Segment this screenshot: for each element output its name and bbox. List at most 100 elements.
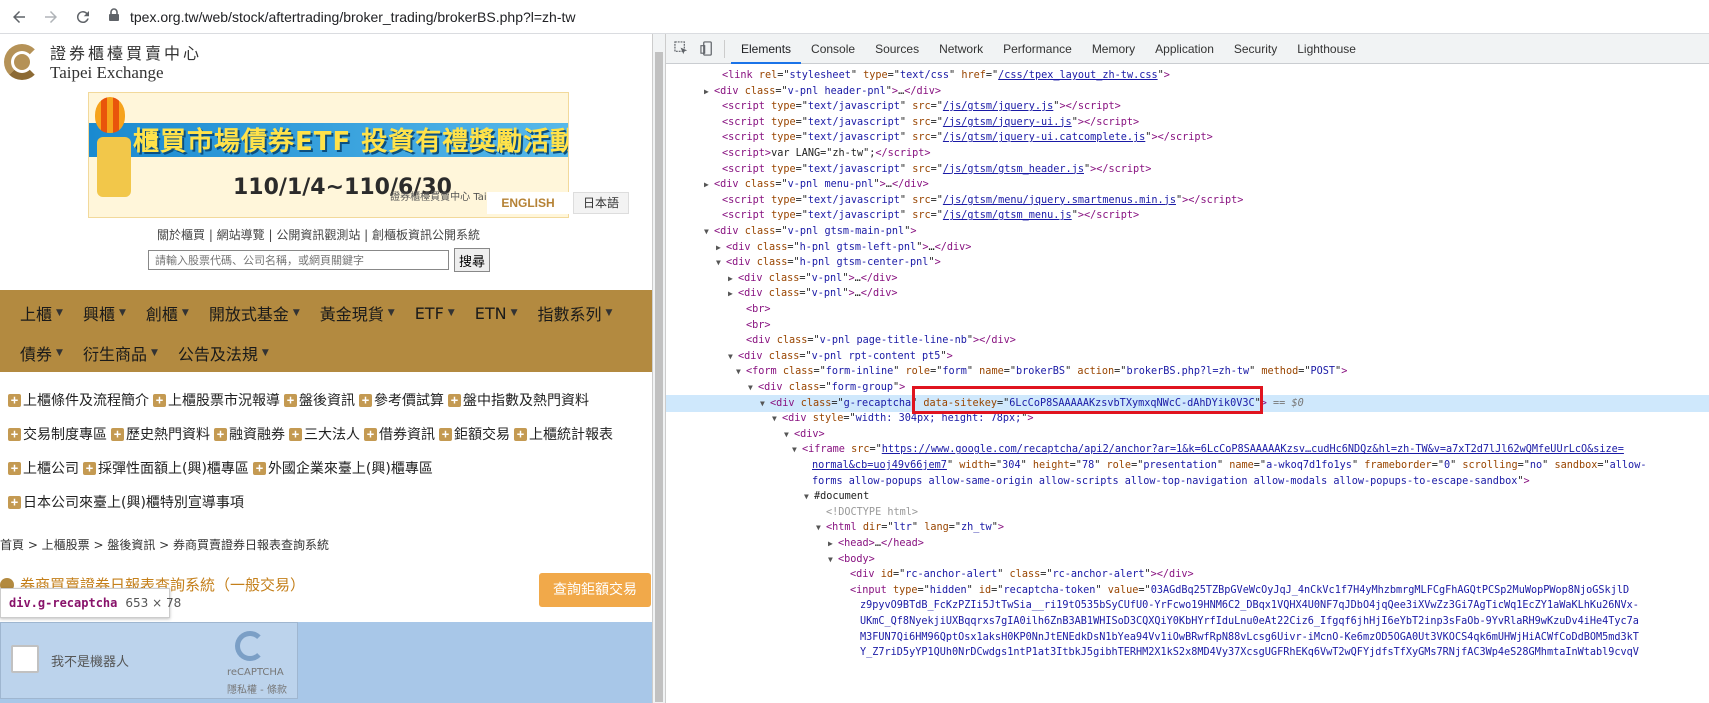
dom-line[interactable]: <!DOCTYPE html> (666, 504, 1709, 521)
expand-triangle-icon[interactable]: ▶ (716, 239, 726, 256)
dom-line[interactable]: ▶ <div class="h-pnl gtsm-left-pnl">…</div… (666, 239, 1709, 256)
quick-link[interactable]: + 鉅額交易 (439, 424, 510, 444)
search-button[interactable]: 搜尋 (454, 248, 491, 272)
collapse-triangle-icon[interactable]: ▼ (816, 519, 826, 536)
quick-link[interactable]: + 融資融券 (214, 424, 285, 444)
dom-line[interactable]: <script type="text/javascript" src="/js/… (666, 207, 1709, 224)
back-arrow-icon[interactable] (6, 4, 32, 30)
recaptcha-privacy-links[interactable]: 隱私權 - 條款 (227, 681, 287, 696)
dom-line[interactable]: normal&cb=uoj49v66jem7" width="304" heig… (666, 457, 1709, 474)
quick-link[interactable]: + 借券資訊 (364, 424, 435, 444)
expand-triangle-icon[interactable]: ▶ (828, 535, 838, 552)
devtools-tab[interactable]: Network (929, 34, 993, 64)
breadcrumb[interactable]: 首頁 > 上櫃股票 > 盤後資訊 > 券商買賣證券日報表查詢系統 (0, 536, 329, 553)
dom-line[interactable]: <link rel="stylesheet" type="text/css" h… (666, 67, 1709, 84)
quick-link[interactable]: + 上櫃統計報表 (514, 424, 613, 444)
dom-line[interactable]: z9pyvO9BTdB_FcKzPZIi5JtTwSia__ri19tO535b… (666, 597, 1709, 614)
collapse-triangle-icon[interactable]: ▼ (804, 488, 814, 505)
dom-line[interactable]: ▼ <form class="form-inline" role="form" n… (666, 363, 1709, 380)
dom-line[interactable]: ▶ <div class="v-pnl">…</div> (666, 285, 1709, 302)
dom-line[interactable]: <script type="text/javascript" src="/js/… (666, 129, 1709, 146)
dom-line[interactable]: forms allow-popups allow-same-origin all… (666, 473, 1709, 490)
address-bar[interactable]: tpex.org.tw/web/stock/aftertrading/broke… (108, 3, 1709, 31)
quick-link[interactable]: + 日本公司來臺上(興)櫃特別宣導事項 (8, 492, 244, 512)
collapse-triangle-icon[interactable]: ▼ (748, 379, 758, 396)
dom-line[interactable]: UKmC_Qf8NyekjiUXBqqrxs7gIA0ilh6ZnB3AB1WH… (666, 613, 1709, 630)
dom-line[interactable]: <div class="v-pnl page-title-line-nb"></… (666, 332, 1709, 349)
collapse-triangle-icon[interactable]: ▼ (792, 441, 802, 458)
site-logo[interactable]: 證券櫃檯買賣中心 Taipei Exchange (2, 40, 202, 83)
dom-line[interactable]: ▶ <div class="v-pnl header-pnl">…</div> (666, 83, 1709, 100)
quick-link[interactable]: + 歷史熱門資料 (111, 424, 210, 444)
quick-link[interactable]: + 採彈性面額上(興)櫃專區 (83, 458, 249, 478)
page-scrollbar[interactable] (652, 34, 666, 703)
dom-line[interactable]: ▼ <div> (666, 426, 1709, 443)
collapse-triangle-icon[interactable]: ▼ (736, 363, 746, 380)
menu-item[interactable]: 黃金現貨 ▼ (320, 301, 395, 325)
quick-link[interactable]: + 外國企業來臺上(興)櫃專區 (252, 458, 433, 478)
menu-item[interactable]: ETN ▼ (475, 301, 518, 325)
block-trade-query-button[interactable]: 查詢鉅額交易 (539, 573, 651, 607)
top-links[interactable]: 關於櫃買 | 網站導覽 | 公開資訊觀測站 | 創櫃板資訊公開系統 (157, 226, 480, 243)
quick-link[interactable]: + 盤後資訊 (284, 390, 355, 410)
dom-line[interactable]: ▶ <div class="v-pnl menu-pnl">…</div> (666, 176, 1709, 193)
quick-link[interactable]: + 盤中指數及熱門資料 (448, 390, 589, 410)
dom-line[interactable]: <br> (666, 317, 1709, 334)
dom-line[interactable]: Y_Z7riD5yYP1QUh0NrDCwdgs1ntP1at3ItbkJ5gi… (666, 644, 1709, 661)
devtools-tab[interactable]: Sources (865, 34, 929, 64)
devtools-tab[interactable]: Elements (731, 34, 802, 64)
dom-line[interactable]: ▼ <div class="h-pnl gtsm-center-pnl"> (666, 254, 1709, 271)
menu-item[interactable]: 創櫃 ▼ (146, 301, 189, 325)
collapse-triangle-icon[interactable]: ▼ (716, 254, 726, 271)
menu-item[interactable]: 公告及法規 ▼ (178, 341, 269, 365)
search-input[interactable] (148, 250, 449, 270)
quick-link[interactable]: + 交易制度專區 (8, 424, 107, 444)
devtools-tab[interactable]: Console (801, 34, 865, 64)
collapse-triangle-icon[interactable]: ▼ (784, 426, 794, 443)
collapse-triangle-icon[interactable]: ▼ (772, 410, 782, 427)
collapse-triangle-icon[interactable]: ▼ (828, 551, 838, 568)
quick-link[interactable]: + 三大法人 (289, 424, 360, 444)
devtools-tab[interactable]: Application (1145, 34, 1224, 64)
dom-line[interactable]: ▶ <div class="v-pnl">…</div> (666, 270, 1709, 287)
quick-link[interactable]: + 上櫃股票市況報導 (153, 390, 280, 410)
dom-line[interactable]: <script type="text/javascript" src="/js/… (666, 192, 1709, 209)
device-toolbar-icon[interactable] (696, 38, 718, 60)
devtools-tab[interactable]: Lighthouse (1287, 34, 1366, 64)
quick-link[interactable]: + 上櫃公司 (8, 458, 79, 478)
dom-line[interactable]: <br> (666, 301, 1709, 318)
dom-line[interactable]: <script type="text/javascript" src="/js/… (666, 161, 1709, 178)
expand-triangle-icon[interactable]: ▶ (704, 176, 714, 193)
scrollbar-thumb[interactable] (655, 52, 663, 702)
menu-item[interactable]: 衍生商品 ▼ (83, 341, 158, 365)
menu-item[interactable]: 債券 ▼ (20, 341, 63, 365)
collapse-triangle-icon[interactable]: ▼ (704, 223, 714, 240)
quick-link[interactable]: + 參考價試算 (359, 390, 444, 410)
expand-triangle-icon[interactable]: ▶ (704, 83, 714, 100)
expand-triangle-icon[interactable]: ▶ (728, 270, 738, 287)
devtools-tab[interactable]: Performance (993, 34, 1082, 64)
dom-line[interactable]: <script type="text/javascript" src="/js/… (666, 114, 1709, 131)
menu-item[interactable]: 指數系列 ▼ (537, 301, 612, 325)
expand-triangle-icon[interactable]: ▶ (728, 285, 738, 302)
dom-line[interactable]: <script>var LANG="zh-tw";</script> (666, 145, 1709, 162)
elements-tree[interactable]: … <link rel="stylesheet" type="text/css"… (666, 66, 1709, 703)
dom-line[interactable]: ▼ <iframe src="https://www.google.com/rec… (666, 441, 1709, 458)
devtools-tab[interactable]: Memory (1082, 34, 1145, 64)
collapse-triangle-icon[interactable]: ▼ (728, 348, 738, 365)
dom-line[interactable]: ▼ <div class="v-pnl rpt-content pt5"> (666, 348, 1709, 365)
menu-item[interactable]: 開放式基金 ▼ (209, 301, 300, 325)
reload-icon[interactable] (70, 4, 96, 30)
dom-line[interactable]: <input type="hidden" id="recaptcha-token… (666, 582, 1709, 599)
recaptcha-checkbox[interactable] (11, 645, 39, 673)
quick-link[interactable]: + 上櫃條件及流程簡介 (8, 390, 149, 410)
collapse-triangle-icon[interactable]: ▼ (760, 395, 770, 412)
dom-line[interactable]: <div id="rc-anchor-alert" class="rc-anch… (666, 566, 1709, 583)
menu-item[interactable]: 上櫃 ▼ (20, 301, 63, 325)
dom-line[interactable]: ▼ <body> (666, 551, 1709, 568)
dom-line[interactable]: <script type="text/javascript" src="/js/… (666, 98, 1709, 115)
inspect-element-icon[interactable] (670, 38, 692, 60)
dom-line[interactable]: ▼ <html dir="ltr" lang="zh_tw"> (666, 519, 1709, 536)
japanese-link[interactable]: 日本語 (573, 192, 629, 214)
devtools-tab[interactable]: Security (1224, 34, 1287, 64)
